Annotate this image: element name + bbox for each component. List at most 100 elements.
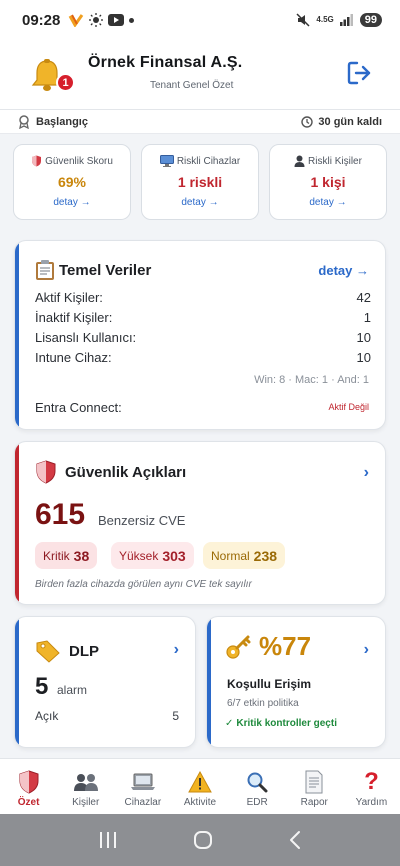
pill-value: 303 [162,547,186,564]
status-time: 09:28 [22,11,61,29]
row-label: İnaktif Kişiler: [35,310,113,325]
status-left-icons [68,13,135,27]
basic-data-title: Temel Veriler [59,261,152,279]
entra-connect-status: Aktif Değil [328,402,369,412]
nav-rapor[interactable]: Rapor [286,759,343,814]
basic-data-detail-link[interactable]: detay → [318,263,369,278]
risky-devices-value: 1 riskli [177,174,223,190]
chevron-right-icon[interactable]: › [364,464,369,482]
warning-icon [188,771,212,793]
row-value: 1 [363,310,371,325]
critical-pill: Kritik 38 [35,542,98,569]
laptop-icon [130,773,155,790]
notification-dot-icon [129,17,135,23]
vulnerabilities-panel[interactable]: Güvenlik Açıkları › 615 Benzersiz CVE Kr… [14,441,386,605]
company-subtitle: Tenant Genel Özet [150,80,234,91]
notifications-button[interactable]: 1 [30,58,75,94]
notification-count-badge: 1 [56,73,75,92]
row-value: 42 [356,290,371,305]
conditional-access-percent: %77 [259,631,312,661]
row-value: 10 [356,330,371,345]
vulnerabilities-note: Birden fazla cihazda görülen aynı CVE te… [35,579,252,590]
app-header: 1 Örnek Finansal A.Ş. Tenant Genel Özet [0,40,400,110]
active-people-row: Aktif Kişiler: 42 [35,290,371,305]
dlp-panel[interactable]: DLP › 5 alarm Açık 5 [14,616,196,748]
status-bar: 09:28 4.5G 99 [0,0,400,40]
pill-value: 38 [73,547,90,564]
battery-indicator: 99 [359,13,382,27]
clock-icon [301,115,314,128]
tag-icon [36,640,60,663]
days-remaining-text: 30 gün kaldı [318,115,382,128]
nav-kisiler[interactable]: Kişiler [57,759,114,814]
logout-button[interactable] [346,60,372,91]
risky-devices-card[interactable]: Riskli Cihazlar 1 riskli detay → [141,144,259,220]
shield-icon [19,770,39,794]
basic-data-panel: Temel Veriler detay → Aktif Kişiler: 42 İ… [14,240,386,430]
youtube-icon [108,14,125,26]
sun-icon [89,13,104,27]
high-pill: Yüksek 303 [111,542,194,569]
bottom-navigation: Özet Kişiler Cihazlar Aktivite EDR Rapor… [0,758,400,814]
recent-apps-icon[interactable] [98,831,118,849]
row-label: Intune Cihaz: [35,350,112,365]
licensed-users-row: Lisanslı Kullanıcı: 10 [35,330,371,345]
signal-icon [339,14,353,26]
system-navigation-bar [0,814,400,866]
intune-devices-row: Intune Cihaz: 10 [35,350,371,365]
cve-count-label: Benzersiz CVE [98,513,186,528]
security-score-detail-link[interactable]: detay → [14,197,130,208]
key-icon [226,635,251,659]
cve-count: 615 [35,498,86,531]
risky-people-card[interactable]: Riskli Kişiler 1 kişi detay → [269,144,387,220]
chevron-right-icon[interactable]: › [174,641,179,659]
clipboard-icon [36,260,54,280]
magnifier-icon [247,772,268,793]
home-icon[interactable] [193,830,213,850]
document-icon [305,770,323,794]
row-label: Aktif Kişiler: [35,290,103,305]
pill-value: 238 [253,547,278,564]
logout-icon [347,61,371,85]
company-name: Örnek Finansal A.Ş. [88,54,243,71]
nav-label: Cihazlar [124,797,162,808]
inactive-people-row: İnaktif Kişiler: 1 [35,310,371,325]
shield-icon [36,460,56,484]
row-value: 10 [356,350,371,365]
risky-people-value: 1 kişi [310,174,346,190]
conditional-access-status-text: Kritik kontroller geçti [236,718,337,729]
conditional-access-panel[interactable]: %77 › Koşullu Erişim 6/7 etkin politika … [206,616,386,748]
nav-label: EDR [246,797,268,808]
heart-app-icon [69,14,84,27]
security-score-value: 69% [57,174,87,190]
dlp-alarm-count: 5 [35,673,49,700]
person-icon [294,155,305,167]
pill-label: Normal [211,548,250,563]
conditional-access-sub: 6/7 etkin politika [227,698,299,709]
nav-cihazlar[interactable]: Cihazlar [114,759,171,814]
chevron-right-icon[interactable]: › [364,641,369,659]
pill-label: Kritik [43,548,70,563]
plan-label: Başlangıç [18,114,88,129]
risky-devices-label: Riskli Cihazlar [176,155,241,167]
nav-yardim[interactable]: ? Yardım [343,759,400,814]
check-icon: ✓ [225,718,234,729]
back-icon[interactable] [288,830,302,850]
conditional-access-title: Koşullu Erişim [227,677,312,691]
dlp-title: DLP [69,642,99,660]
people-icon [73,774,98,791]
row-label: Lisanslı Kullanıcı: [35,330,137,345]
nav-ozet[interactable]: Özet [0,759,57,814]
risky-people-detail-link[interactable]: detay → [270,197,386,208]
dlp-open-label: Açık [35,709,59,723]
risky-devices-detail-link[interactable]: detay → [142,197,258,208]
nav-aktivite[interactable]: Aktivite [171,759,228,814]
shield-icon [32,155,42,167]
nav-label: Yardım [355,797,388,808]
security-score-card[interactable]: Güvenlik Skoru 69% detay → [13,144,131,220]
nav-label: Kişiler [72,797,100,808]
nav-edr[interactable]: EDR [229,759,286,814]
nav-label: Rapor [300,797,328,808]
status-right-icons: 4.5G 99 [296,13,382,27]
mute-icon [296,13,310,27]
